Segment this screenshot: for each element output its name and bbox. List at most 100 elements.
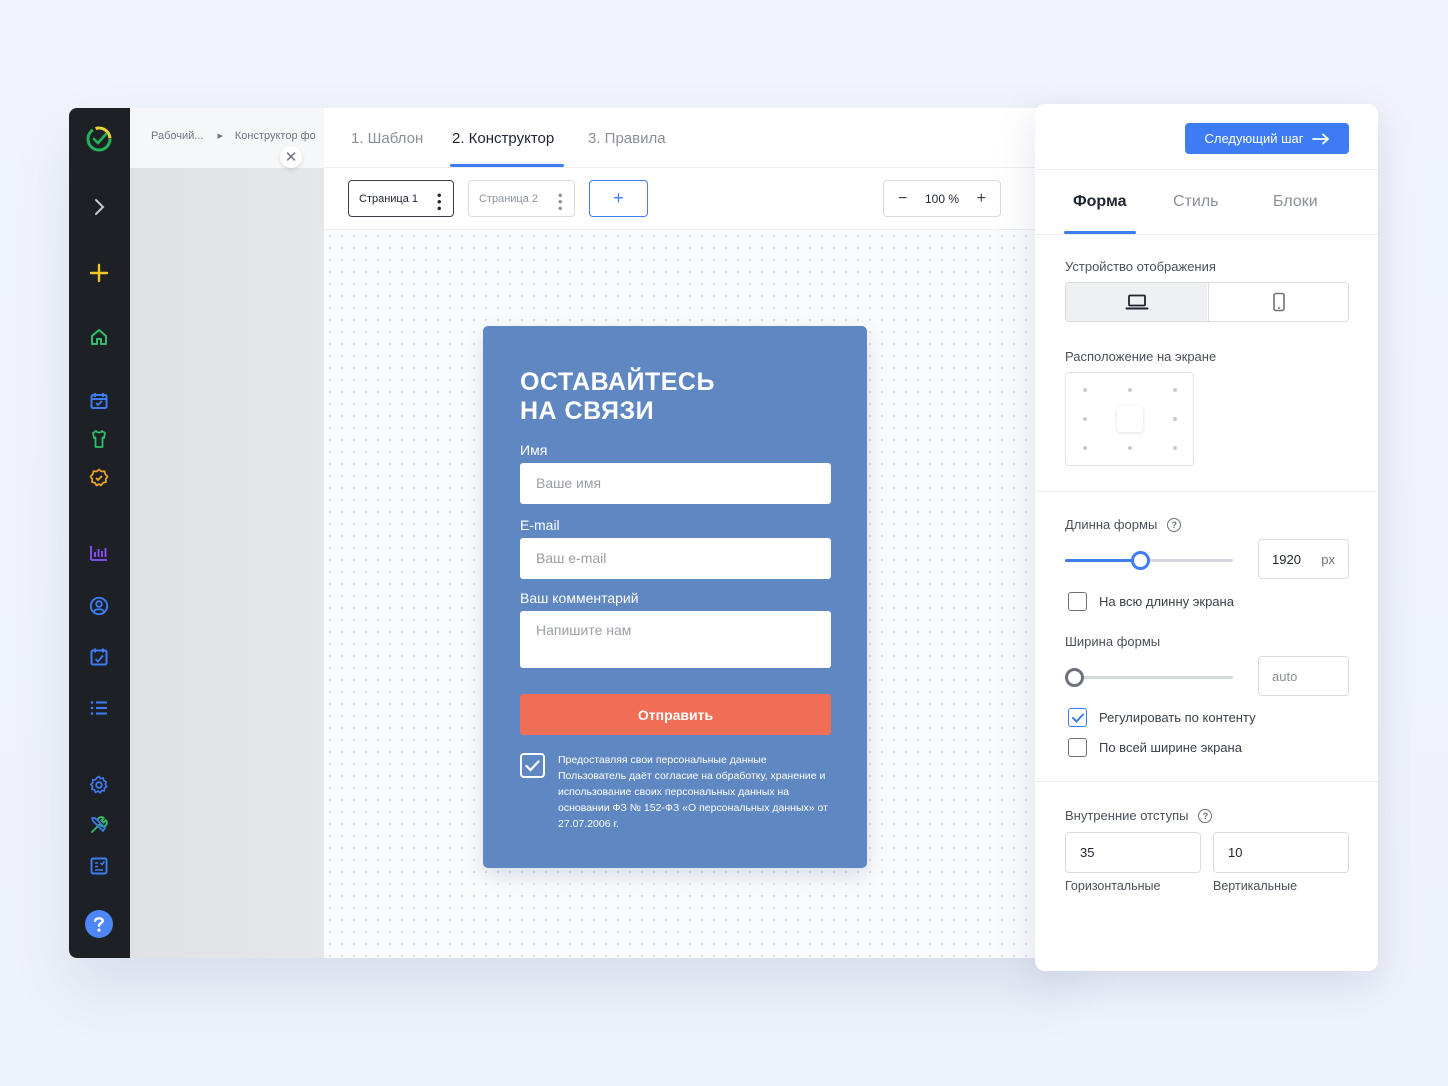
page-tab-2[interactable]: Страница 2 •••: [468, 180, 575, 217]
device-label: Устройство отображения: [1065, 259, 1216, 274]
form-length-label: Длинна формы?: [1065, 517, 1182, 532]
form-title-line: ОСТАВАЙТЕСЬ: [520, 368, 715, 396]
padding-horizontal-value: 35: [1080, 845, 1095, 860]
device-selector: [1065, 282, 1349, 322]
next-step-button[interactable]: Следующий шаг: [1185, 123, 1349, 154]
help-circle-icon[interactable]: ?: [1167, 518, 1182, 532]
chevron-right-icon[interactable]: [85, 193, 113, 221]
position-middle-left[interactable]: [1083, 417, 1087, 421]
zoom-out-button[interactable]: −: [898, 190, 907, 208]
position-middle-right[interactable]: [1173, 417, 1177, 421]
task-icon[interactable]: [85, 643, 113, 671]
slider-handle[interactable]: [1131, 551, 1150, 570]
name-label: Имя: [520, 442, 548, 458]
submit-button[interactable]: Отправить: [520, 694, 831, 735]
settings-icon[interactable]: [85, 771, 113, 799]
fit-content-label: Регулировать по контенту: [1099, 710, 1256, 725]
report-icon[interactable]: [85, 852, 113, 880]
form-length-slider[interactable]: [1065, 551, 1233, 570]
page-toolbar: Страница 1 ••• Страница 2 ••• + − 100 % …: [324, 168, 1069, 230]
more-vertical-icon[interactable]: •••: [553, 193, 568, 213]
user-circle-icon[interactable]: [85, 592, 113, 620]
laptop-icon: [1125, 294, 1148, 310]
position-top-left[interactable]: [1083, 388, 1087, 392]
breadcrumb-separator-icon: ▶: [217, 133, 223, 140]
position-top-center[interactable]: [1128, 388, 1132, 392]
slider-fill: [1065, 559, 1141, 562]
page-tab-label: Страница 2: [479, 192, 539, 205]
divider: [1035, 234, 1378, 235]
position-label: Расположение на экране: [1065, 349, 1217, 364]
plus-icon: +: [613, 188, 624, 208]
position-bottom-center[interactable]: [1128, 446, 1132, 450]
comment-field[interactable]: Напишите нам: [520, 611, 831, 668]
checkmark-icon: [1071, 713, 1084, 723]
device-mobile-button[interactable]: [1208, 283, 1348, 321]
app-window: Рабочий... ▶ Конструктор фо ✕ 1. Шаблон 2.…: [69, 108, 1069, 958]
divider: [1035, 169, 1378, 170]
more-vertical-icon[interactable]: •••: [432, 193, 447, 213]
close-icon: ✕: [284, 149, 298, 166]
icon-rail: [69, 108, 130, 958]
slider-handle[interactable]: [1065, 668, 1084, 687]
add-page-button[interactable]: +: [589, 180, 648, 217]
help-icon[interactable]: [85, 910, 113, 938]
tab-form[interactable]: Форма: [1073, 193, 1127, 211]
logo-icon[interactable]: [85, 125, 113, 153]
design-canvas[interactable]: ОСТАВАЙТЕСЬ НА СВЯЗИ Имя Ваше имя E-mail…: [324, 230, 1069, 958]
fit-content-option[interactable]: Регулировать по контенту: [1068, 708, 1256, 727]
step-tabs: 1. Шаблон 2. Конструктор 3. Правила: [324, 108, 1069, 168]
fit-content-checkbox[interactable]: [1068, 708, 1087, 727]
breadcrumb-item[interactable]: Конструктор фо: [235, 130, 316, 142]
tab-step-rules[interactable]: 3. Правила: [588, 130, 666, 147]
tab-step-template[interactable]: 1. Шаблон: [351, 130, 423, 147]
page-tab-label: Страница 1: [359, 192, 419, 205]
form-width-input[interactable]: auto: [1258, 656, 1349, 696]
list-icon[interactable]: [85, 694, 113, 722]
position-bottom-right[interactable]: [1173, 446, 1177, 450]
name-field[interactable]: Ваше имя: [520, 463, 831, 504]
shirt-icon[interactable]: [85, 425, 113, 453]
consent-checkbox[interactable]: [520, 753, 545, 778]
padding-vertical-value: 10: [1228, 845, 1243, 860]
page-tab-1[interactable]: Страница 1 •••: [348, 180, 454, 217]
form-width-slider[interactable]: [1065, 668, 1233, 687]
full-length-label: На всю длинну экрана: [1099, 594, 1234, 609]
breadcrumb-item[interactable]: Рабочий...: [151, 130, 203, 142]
tab-step-constructor[interactable]: 2. Конструктор: [452, 130, 554, 147]
tab-blocks[interactable]: Блоки: [1273, 193, 1318, 211]
badge-check-icon[interactable]: [85, 464, 113, 492]
tab-style[interactable]: Стиль: [1173, 193, 1219, 211]
properties-panel: Следующий шаг Форма Стиль Блоки Устройст…: [1035, 104, 1378, 971]
plus-icon[interactable]: [85, 259, 113, 287]
tools-icon[interactable]: [85, 811, 113, 839]
calendar-check-icon[interactable]: [85, 387, 113, 415]
home-icon[interactable]: [85, 323, 113, 351]
device-desktop-button[interactable]: [1066, 283, 1207, 321]
form-preview[interactable]: ОСТАВАЙТЕСЬ НА СВЯЗИ Имя Ваше имя E-mail…: [483, 326, 867, 868]
full-width-option[interactable]: По всей ширине экрана: [1068, 738, 1242, 757]
position-grid: [1065, 372, 1194, 466]
zoom-in-button[interactable]: +: [977, 190, 986, 208]
position-top-right[interactable]: [1173, 388, 1177, 392]
full-width-checkbox[interactable]: [1068, 738, 1087, 757]
help-circle-icon[interactable]: ?: [1198, 809, 1213, 823]
side-drawer: Рабочий... ▶ Конструктор фо ✕: [130, 108, 324, 958]
email-field[interactable]: Ваш e-mail: [520, 538, 831, 579]
full-length-option[interactable]: На всю длинну экрана: [1068, 592, 1234, 611]
close-drawer-button[interactable]: ✕: [280, 146, 302, 168]
padding-horizontal-input[interactable]: 35: [1065, 832, 1201, 873]
padding-vertical-input[interactable]: 10: [1213, 832, 1349, 873]
active-step-indicator: [450, 164, 564, 167]
full-length-checkbox[interactable]: [1068, 592, 1087, 611]
arrow-right-icon: [1311, 133, 1329, 144]
position-bottom-left[interactable]: [1083, 446, 1087, 450]
bar-chart-icon[interactable]: [85, 539, 113, 567]
position-center-selected[interactable]: [1117, 406, 1143, 432]
zoom-level: 100 %: [924, 191, 960, 206]
zoom-control: − 100 % +: [883, 180, 1001, 217]
consent-text: Предоставляя свои персональные данные По…: [558, 754, 828, 830]
email-label: E-mail: [520, 517, 560, 533]
divider: [1035, 491, 1378, 492]
form-length-input[interactable]: 1920 px: [1258, 539, 1349, 579]
